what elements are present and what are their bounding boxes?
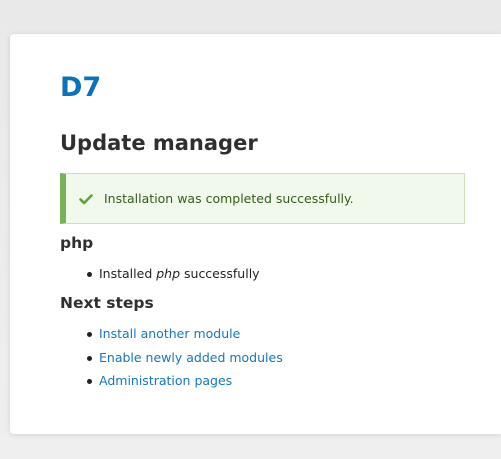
project-heading: php [60,234,94,252]
next-steps-list: Install another module Enable newly adde… [60,322,283,393]
list-item: Install another module [60,322,283,346]
administration-pages-link[interactable]: Administration pages [99,373,232,388]
install-another-module-link[interactable]: Install another module [99,326,240,341]
list-item: Enable newly added modules [60,346,283,370]
list-item: Administration pages [60,369,283,393]
next-steps-heading: Next steps [60,294,154,312]
result-prefix: Installed [99,266,157,281]
status-text: Installation was completed successfully. [104,191,354,206]
result-project-name: php [156,266,181,281]
install-results-list: Installed php successfully [60,262,260,286]
page-title: Update manager [60,131,258,155]
enable-modules-link[interactable]: Enable newly added modules [99,350,283,365]
content-card: D7 Update manager Installation was compl… [10,34,501,434]
result-suffix: successfully [180,266,260,281]
check-icon [79,193,93,204]
site-name-link[interactable]: D7 [60,72,101,104]
status-message: Installation was completed successfully. [60,173,465,224]
list-item: Installed php successfully [60,262,260,286]
